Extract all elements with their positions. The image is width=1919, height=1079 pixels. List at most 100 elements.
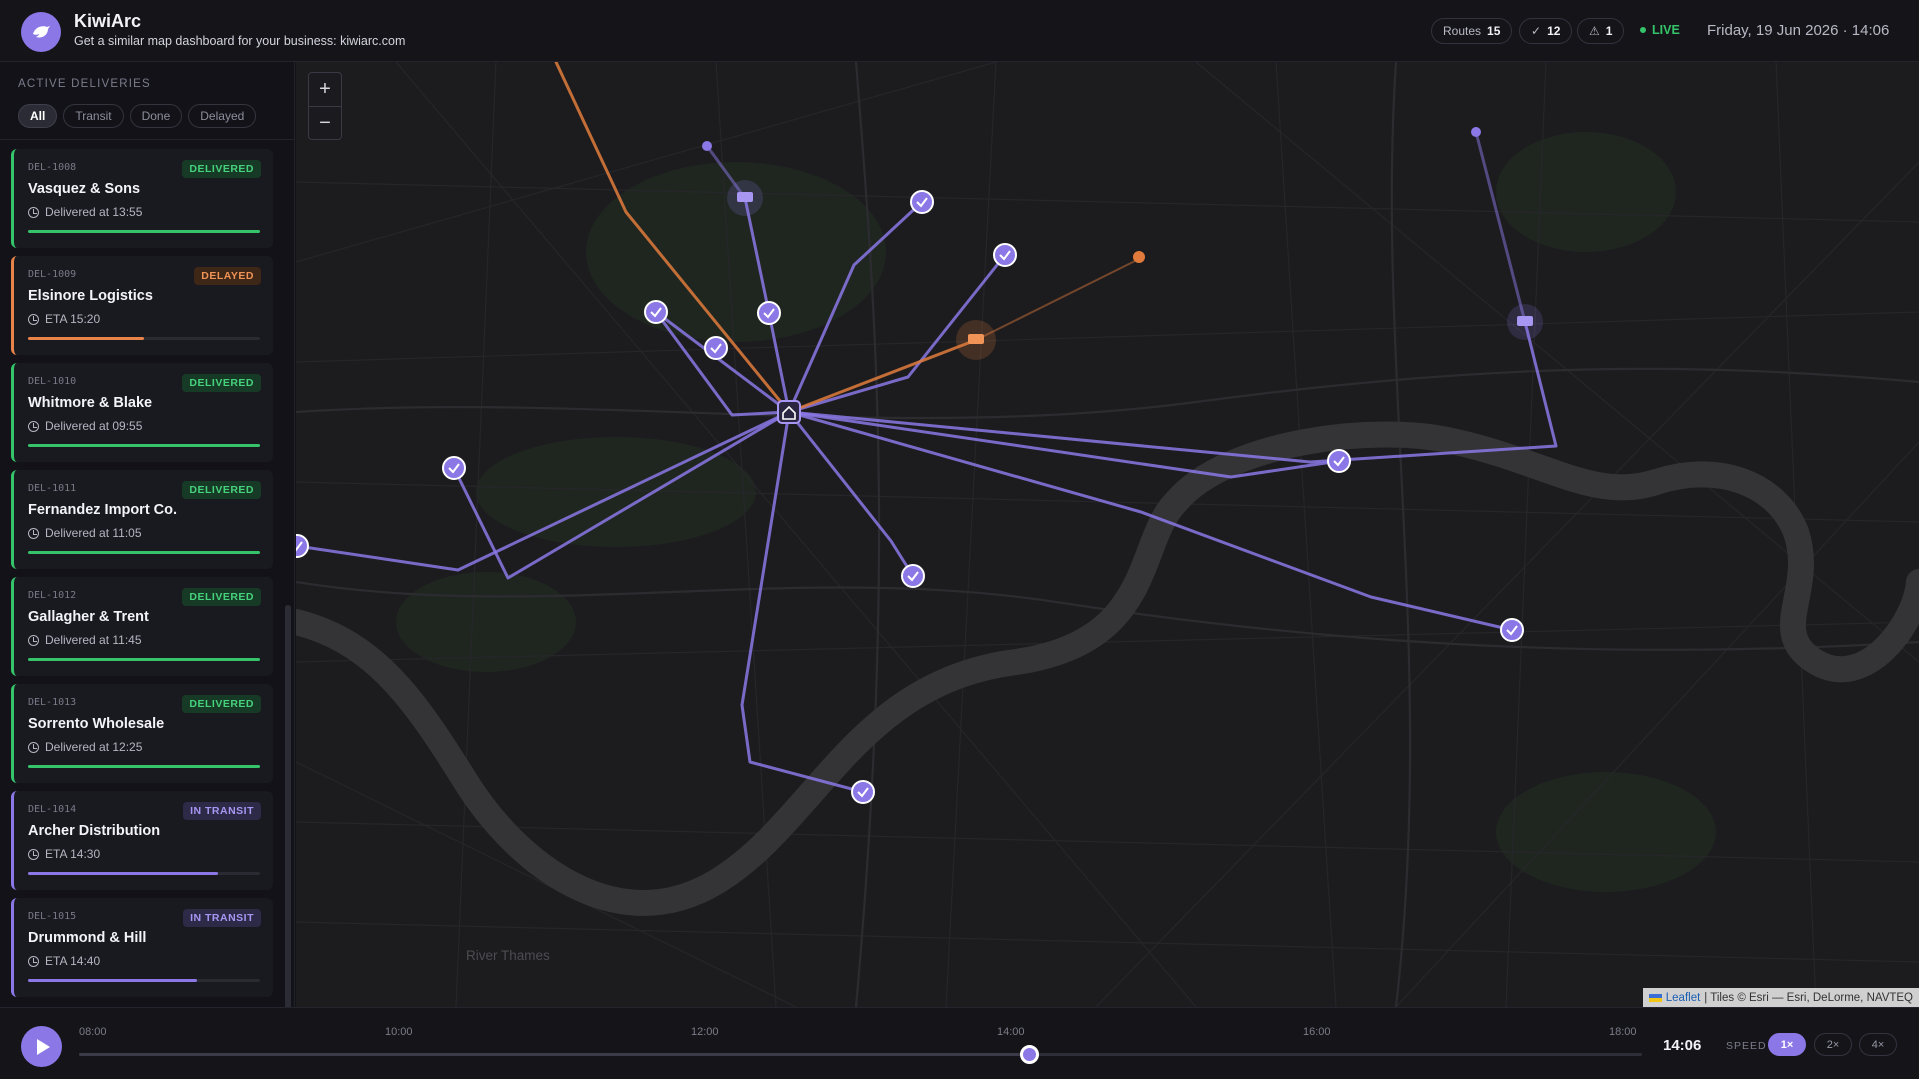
customer-name: Sorrento Wholesale xyxy=(28,716,165,732)
timeline-track[interactable] xyxy=(79,1053,1642,1056)
timeline-tick: 18:00 xyxy=(1609,1026,1637,1038)
pending-stop-marker[interactable] xyxy=(702,141,712,151)
play-button[interactable] xyxy=(21,1026,62,1067)
clock-icon xyxy=(28,313,39,325)
pending-stop-marker[interactable] xyxy=(1471,127,1481,137)
map-canvas[interactable] xyxy=(296,62,1919,1007)
status-badge: IN TRANSIT xyxy=(183,909,261,927)
speed-2x-button[interactable]: 2× xyxy=(1814,1033,1852,1056)
status-badge: DELIVERED xyxy=(182,481,261,499)
clock-icon xyxy=(28,634,39,646)
filter-done[interactable]: Done xyxy=(129,104,183,128)
delivered-stop-marker[interactable] xyxy=(910,190,934,214)
status-badge: DELAYED xyxy=(194,267,261,285)
top-bar: KiwiArc Get a similar map dashboard for … xyxy=(0,0,1919,62)
live-dot-icon xyxy=(1640,27,1646,33)
delivered-stop-marker[interactable] xyxy=(644,300,668,324)
delivery-map[interactable]: + − River Thames Leaflet | Tiles © Esri … xyxy=(296,62,1919,1007)
delivered-stop-marker[interactable] xyxy=(1500,618,1524,642)
river-label: River Thames xyxy=(466,948,550,963)
delivery-list: DEL-1008 DELIVERED Vasquez & Sons Delivered… xyxy=(11,149,273,1005)
timeline-scrubber-handle[interactable] xyxy=(1019,1045,1039,1064)
delivery-progress xyxy=(28,230,260,233)
delivery-progress xyxy=(28,444,260,447)
status-badge: DELIVERED xyxy=(182,588,261,606)
delivery-progress-fill xyxy=(28,979,198,982)
delivery-progress xyxy=(28,551,260,554)
customer-name: Elsinore Logistics xyxy=(28,288,153,304)
clock-icon xyxy=(28,206,39,218)
map-attribution: Leaflet | Tiles © Esri — Esri, DeLorme, … xyxy=(1642,988,1919,1007)
zoom-in-button[interactable]: + xyxy=(309,73,341,106)
scrollbar-thumb[interactable] xyxy=(285,605,291,1055)
speed-4x-button[interactable]: 4× xyxy=(1859,1033,1897,1056)
customer-name: Archer Distribution xyxy=(28,823,161,839)
delivery-progress xyxy=(28,979,260,982)
delivery-card[interactable]: DEL-1014 IN TRANSIT Archer Distribution ETA… xyxy=(11,791,273,890)
delivery-card[interactable]: DEL-1011 DELIVERED Fernandez Import Co. Del… xyxy=(11,470,273,569)
delivered-stop-marker[interactable] xyxy=(993,243,1017,267)
delivery-card[interactable]: DEL-1015 IN TRANSIT Drummond & Hill ETA 14:… xyxy=(11,898,273,997)
routes-count: 15 xyxy=(1487,24,1501,38)
delivered-stop-marker[interactable] xyxy=(901,564,925,588)
done-pill: ✓ 12 xyxy=(1519,18,1573,44)
delivery-time: Delivered at 09:55 xyxy=(28,419,142,433)
done-count: 12 xyxy=(1547,24,1561,38)
delivery-card[interactable]: DEL-1008 DELIVERED Vasquez & Sons Delivered… xyxy=(11,149,273,248)
vehicle-marker-delayed[interactable] xyxy=(956,320,996,360)
alert-count: 1 xyxy=(1605,24,1613,38)
sidebar-divider xyxy=(0,139,295,140)
delivered-stop-marker[interactable] xyxy=(757,301,781,325)
delivery-id: DEL-1010 xyxy=(28,376,77,387)
customer-name: Fernandez Import Co. xyxy=(28,502,178,518)
warning-icon: ⚠ xyxy=(1589,24,1600,38)
vehicle-marker[interactable] xyxy=(1507,304,1543,340)
delivery-progress-fill xyxy=(28,658,260,661)
sidebar-scrollbar[interactable] xyxy=(285,140,291,1065)
speed-1x-button[interactable]: 1× xyxy=(1768,1033,1806,1056)
attribution-text: | Tiles © Esri — Esri, DeLorme, NAVTEQ xyxy=(1704,991,1913,1004)
live-indicator: LIVE xyxy=(1640,23,1680,37)
deliveries-sidebar: ACTIVE DELIVERIES All Transit Done Delay… xyxy=(0,62,295,1055)
status-badge: DELIVERED xyxy=(182,695,261,713)
timeline-tick: 16:00 xyxy=(1303,1026,1331,1038)
bird-icon xyxy=(33,26,50,38)
truck-icon xyxy=(737,192,753,202)
filter-transit[interactable]: Transit xyxy=(63,104,124,128)
customer-name: Whitmore & Blake xyxy=(28,395,153,411)
filter-delayed[interactable]: Delayed xyxy=(188,104,257,128)
filter-all[interactable]: All xyxy=(18,104,58,128)
delivery-card[interactable]: DEL-1012 DELIVERED Gallagher & Trent Delive… xyxy=(11,577,273,676)
routes-pill: Routes 15 xyxy=(1431,18,1513,44)
speed-label: SPEED xyxy=(1726,1040,1767,1052)
delivery-id: DEL-1009 xyxy=(28,269,77,280)
delivery-card[interactable]: DEL-1013 DELIVERED Sorrento Wholesale Deliv… xyxy=(11,684,273,783)
timeline-tick: 10:00 xyxy=(385,1026,413,1038)
delivered-stop-marker[interactable] xyxy=(851,780,875,804)
leaflet-link[interactable]: Leaflet xyxy=(1666,992,1701,1004)
vehicle-marker[interactable] xyxy=(727,180,763,216)
delivery-card[interactable]: DEL-1009 DELAYED Elsinore Logistics ETA 15:… xyxy=(11,256,273,355)
delivery-progress-fill xyxy=(28,230,260,233)
delivery-progress xyxy=(28,765,260,768)
delivered-stop-marker[interactable] xyxy=(442,456,466,480)
current-time: 14:06 xyxy=(1663,1037,1702,1054)
delivery-time-text: Delivered at 11:05 xyxy=(45,526,142,540)
timeline-bar: 08:00 10:00 12:00 14:00 16:00 18:00 14:0… xyxy=(0,1007,1919,1079)
delivery-progress xyxy=(28,337,260,340)
delivery-progress-fill xyxy=(28,872,219,875)
delivered-stop-marker[interactable] xyxy=(704,336,728,360)
delayed-stop-marker[interactable] xyxy=(1133,251,1145,263)
delivery-card[interactable]: DEL-1010 DELIVERED Whitmore & Blake Deliver… xyxy=(11,363,273,462)
depot-marker[interactable] xyxy=(777,400,801,424)
delivered-stop-marker[interactable] xyxy=(1327,449,1351,473)
delivered-stop-marker[interactable] xyxy=(296,534,309,558)
zoom-out-button[interactable]: − xyxy=(309,106,341,139)
clock-icon xyxy=(28,741,39,753)
delivery-time-text: Delivered at 13:55 xyxy=(45,205,143,219)
delivery-id: DEL-1013 xyxy=(28,697,77,708)
delivery-time-text: Delivered at 09:55 xyxy=(45,419,143,433)
current-datetime: Friday, 19 Jun 2026 · 14:06 xyxy=(1707,22,1890,39)
delivery-id: DEL-1012 xyxy=(28,590,77,601)
delivery-progress-fill xyxy=(28,765,260,768)
